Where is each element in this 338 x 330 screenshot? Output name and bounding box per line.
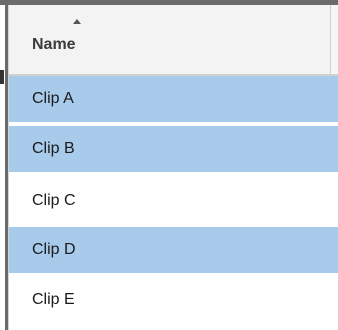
- table-row[interactable]: Clip E: [9, 277, 338, 325]
- resize-handle[interactable]: [0, 70, 4, 84]
- table-row[interactable]: Clip B: [9, 126, 338, 174]
- sort-ascending-icon: [73, 19, 81, 24]
- row-label: Clip B: [32, 140, 75, 157]
- column-header-filler: [331, 5, 338, 76]
- column-header-label: Name: [32, 36, 76, 53]
- row-label: Clip A: [32, 90, 74, 107]
- row-label: Clip D: [32, 241, 76, 258]
- table-row[interactable]: Clip A: [9, 76, 338, 124]
- clips-grid: Name Clip A Clip B Clip C Clip D Clip E: [8, 5, 338, 330]
- table-row[interactable]: Clip C: [9, 178, 338, 226]
- column-header-name[interactable]: Name: [9, 5, 331, 76]
- grid-window: Name Clip A Clip B Clip C Clip D Clip E: [0, 0, 338, 330]
- row-label: Clip E: [32, 291, 75, 308]
- table-row[interactable]: Clip D: [9, 227, 338, 275]
- row-label: Clip C: [32, 192, 76, 209]
